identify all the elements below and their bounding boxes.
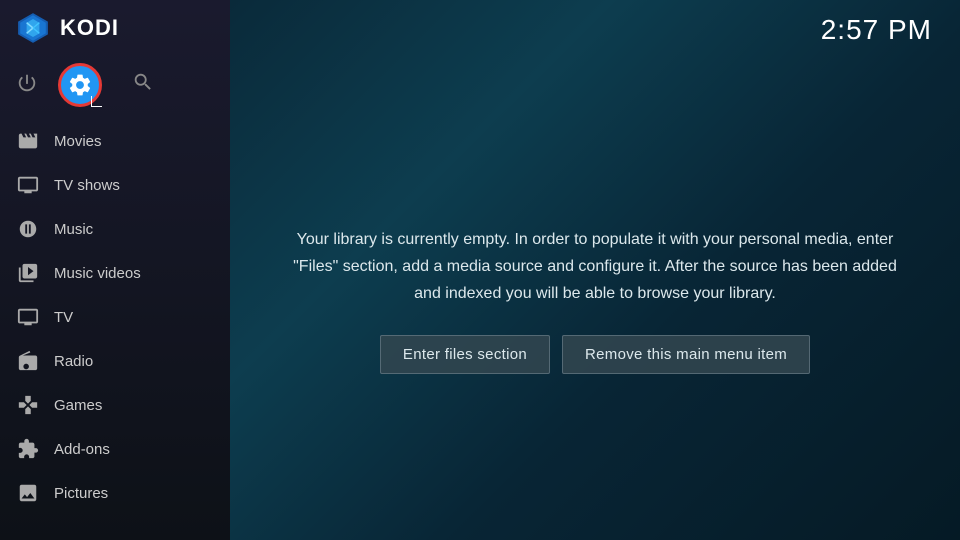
remove-menu-item-button[interactable]: Remove this main menu item <box>562 335 810 374</box>
sidebar-item-tv[interactable]: TV <box>0 295 230 339</box>
sidebar-item-pictures-label: Pictures <box>54 485 108 502</box>
content-area: Your library is currently empty. In orde… <box>230 60 960 540</box>
main-content: 2:57 PM Your library is currently empty.… <box>230 0 960 540</box>
settings-button[interactable] <box>58 63 102 107</box>
musicvideos-icon <box>16 261 40 285</box>
sidebar-item-games[interactable]: Games <box>0 383 230 427</box>
sidebar-item-pictures[interactable]: Pictures <box>0 471 230 515</box>
tvshows-icon <box>16 173 40 197</box>
music-icon <box>16 217 40 241</box>
power-icon[interactable] <box>16 72 38 99</box>
sidebar-item-radio[interactable]: Radio <box>0 339 230 383</box>
search-icon[interactable] <box>132 71 154 99</box>
library-empty-text: Your library is currently empty. In orde… <box>290 226 900 308</box>
sidebar-item-addons-label: Add-ons <box>54 441 110 458</box>
games-icon <box>16 393 40 417</box>
kodi-logo-icon <box>16 11 50 45</box>
sidebar-item-radio-label: Radio <box>54 353 93 370</box>
sidebar-item-movies-label: Movies <box>54 133 102 150</box>
sidebar: KODI Movies TV show <box>0 0 230 540</box>
library-message-container: Your library is currently empty. In orde… <box>290 226 900 375</box>
enter-files-button[interactable]: Enter files section <box>380 335 550 374</box>
addons-icon <box>16 437 40 461</box>
top-icons <box>0 55 230 119</box>
pictures-icon <box>16 481 40 505</box>
app-title: KODI <box>60 15 119 41</box>
radio-icon <box>16 349 40 373</box>
app-header: KODI <box>0 0 230 55</box>
sidebar-item-tvshows-label: TV shows <box>54 177 120 194</box>
sidebar-item-games-label: Games <box>54 397 102 414</box>
sidebar-item-tvshows[interactable]: TV shows <box>0 163 230 207</box>
sidebar-item-tv-label: TV <box>54 309 73 326</box>
sidebar-item-movies[interactable]: Movies <box>0 119 230 163</box>
sidebar-item-musicvideos-label: Music videos <box>54 265 141 282</box>
sidebar-item-music-label: Music <box>54 221 93 238</box>
sidebar-item-music[interactable]: Music <box>0 207 230 251</box>
library-buttons: Enter files section Remove this main men… <box>290 335 900 374</box>
clock-display: 2:57 PM <box>793 0 960 60</box>
sidebar-item-addons[interactable]: Add-ons <box>0 427 230 471</box>
movies-icon <box>16 129 40 153</box>
tv-icon <box>16 305 40 329</box>
sidebar-item-musicvideos[interactable]: Music videos <box>0 251 230 295</box>
nav-list: Movies TV shows Music Music videos <box>0 119 230 540</box>
